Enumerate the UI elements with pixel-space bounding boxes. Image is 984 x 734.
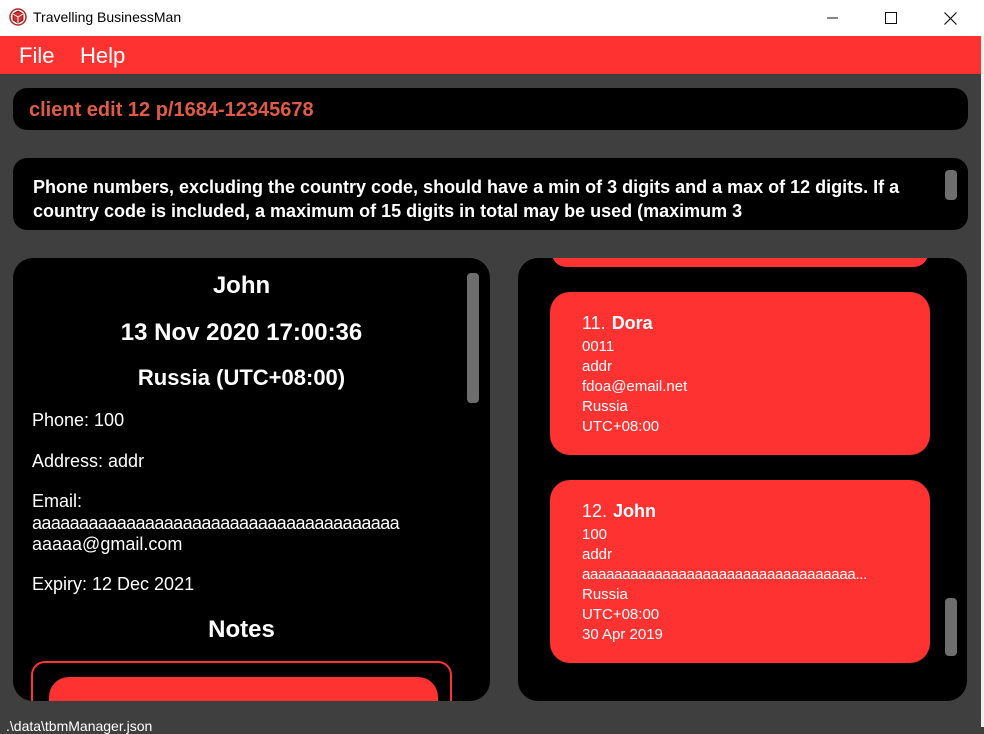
client-timezone: UTC+08:00	[582, 606, 660, 623]
title-bar: Travelling BusinessMan	[0, 0, 984, 36]
detail-expiry: Expiry: 12 Dec 2021	[32, 574, 195, 594]
menu-bar: File Help	[0, 36, 981, 74]
client-index: 11.	[582, 313, 606, 333]
detail-datetime: 13 Nov 2020 17:00:36	[120, 319, 363, 346]
menu-help[interactable]: Help	[80, 43, 125, 69]
detail-phone: Phone: 100	[32, 410, 125, 430]
close-button[interactable]	[921, 0, 979, 36]
detail-name: John	[212, 272, 271, 299]
client-expiry: 30 Apr 2019	[582, 626, 663, 643]
detail-email-line1: aaaaaaaaaaaaaaaaaaaaaaaaaaaaaaaaaaaaaaa	[32, 513, 400, 533]
detail-scrollbar[interactable]	[467, 273, 479, 403]
detail-address: Address: addr	[32, 451, 145, 471]
list-scrollbar[interactable]	[945, 598, 957, 656]
app-logo-icon	[9, 8, 27, 26]
note-item[interactable]	[49, 677, 438, 701]
notes-card	[31, 661, 452, 701]
maximize-icon	[885, 12, 897, 24]
client-card[interactable]: 12. John 100 addr aaaaaaaaaaaaaaaaaaaaaaa…	[550, 480, 930, 663]
client-list-panel: 11. Dora 0011 addr fdoa@email.net Russia …	[518, 258, 967, 701]
client-name: John	[613, 501, 657, 521]
close-icon	[943, 11, 957, 25]
client-index: 12.	[582, 501, 608, 521]
client-card-title: 12. John	[582, 501, 656, 522]
command-input[interactable]: client edit 12 p/1684-12345678	[13, 88, 968, 130]
result-message: Phone numbers, excluding the country cod…	[33, 177, 900, 221]
minimize-button[interactable]	[804, 0, 862, 36]
status-file-path: .\data\tbmManager.json	[6, 718, 153, 734]
client-phone: 0011	[582, 338, 615, 355]
detail-country: Russia (UTC+08:00)	[137, 365, 346, 390]
minimize-icon	[827, 17, 838, 19]
client-email: aaaaaaaaaaaaaaaaaaaaaaaaaaaaaaaaaa...	[582, 566, 868, 583]
menu-file[interactable]: File	[19, 43, 54, 69]
client-country: Russia	[582, 398, 628, 415]
result-display: Phone numbers, excluding the country cod…	[13, 158, 968, 230]
client-country: Russia	[582, 586, 628, 603]
window-title: Travelling BusinessMan	[33, 9, 182, 25]
client-email: fdoa@email.net	[582, 378, 688, 395]
client-detail-panel: John 13 Nov 2020 17:00:36 Russia (UTC+08…	[13, 258, 490, 701]
client-name: Dora	[611, 313, 653, 333]
client-card-title: 11. Dora	[582, 313, 653, 334]
client-phone: 100	[582, 526, 608, 543]
notes-heading: Notes	[208, 616, 275, 643]
detail-email-label: Email:	[32, 491, 83, 511]
result-scrollbar[interactable]	[945, 170, 957, 200]
client-address: addr	[582, 358, 613, 375]
command-input-text: client edit 12 p/1684-12345678	[29, 99, 314, 121]
client-card[interactable]: 11. Dora 0011 addr fdoa@email.net Russia …	[550, 292, 930, 455]
client-address: addr	[582, 546, 613, 563]
detail-email-line2: aaaaa@gmail.com	[32, 534, 183, 554]
client-card-partial[interactable]	[552, 258, 928, 267]
maximize-button[interactable]	[862, 0, 920, 36]
client-timezone: UTC+08:00	[582, 418, 660, 435]
